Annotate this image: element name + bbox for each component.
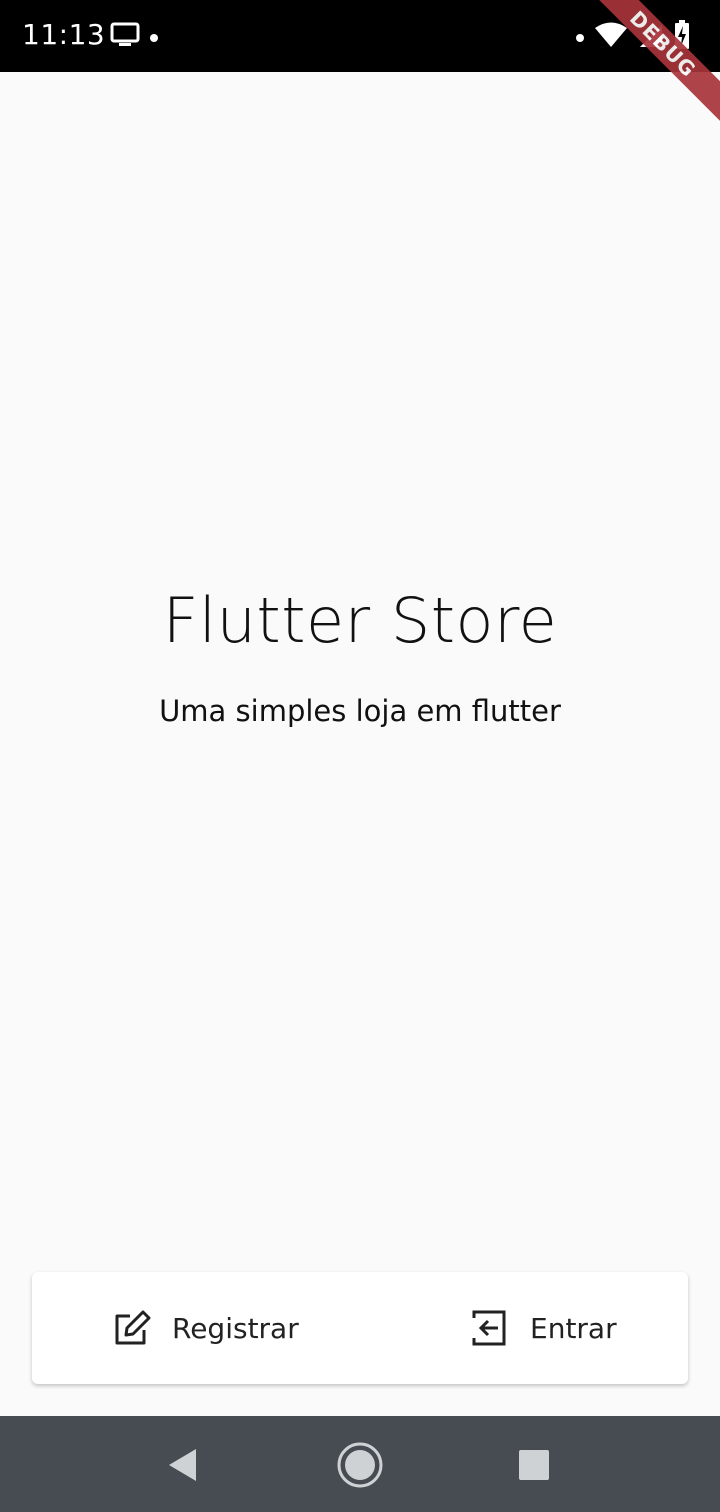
home-icon[interactable] (335, 1440, 385, 1490)
recent-apps-icon[interactable] (509, 1440, 559, 1490)
action-card: Registrar Entrar (32, 1272, 688, 1384)
enter-label: Entrar (530, 1311, 617, 1345)
register-button[interactable]: Registrar (112, 1272, 299, 1384)
navigation-bar (0, 1416, 720, 1512)
login-icon (470, 1308, 510, 1348)
display-icon (110, 22, 140, 53)
wifi-icon (594, 21, 628, 54)
notification-dot-icon-2 (576, 33, 584, 42)
page-subtitle: Uma simples loja em flutter (159, 694, 561, 728)
page-title: Flutter Store (162, 584, 558, 657)
notification-dot-icon (150, 33, 158, 42)
edit-icon (112, 1308, 152, 1348)
status-time: 11:13 (22, 18, 106, 51)
enter-button[interactable]: Entrar (470, 1272, 617, 1384)
register-label: Registrar (172, 1311, 299, 1345)
back-icon[interactable] (158, 1440, 208, 1490)
